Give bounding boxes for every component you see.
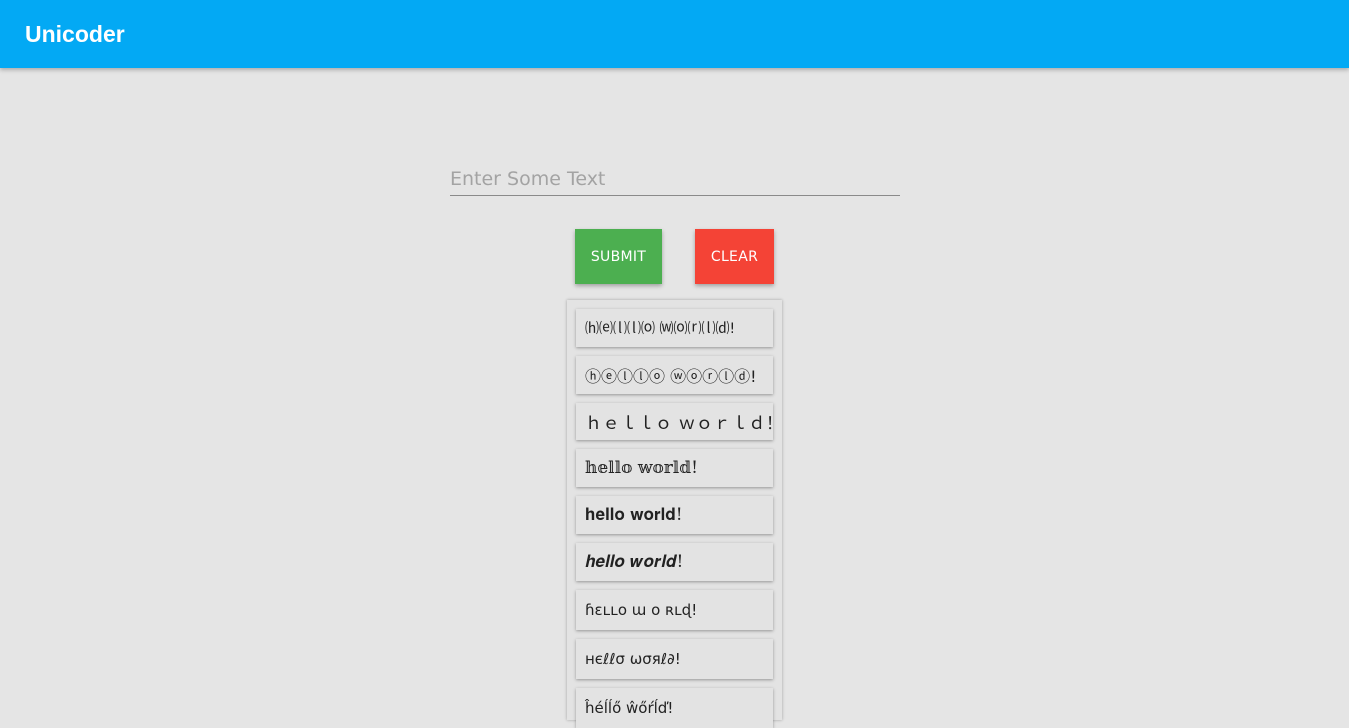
result-item-parenthesized[interactable]: ⒣⒠⒧⒧⒪ ⒲⒪⒭⒧⒟! [576,309,773,347]
result-item-fullwidth[interactable]: ｈｅｌｌｏ ｗｏｒｌｄ！ [576,403,773,440]
result-item-accented[interactable]: ĥéĺĺő ŵőŕĺď! [576,688,773,728]
result-item-stylized[interactable]: нєℓℓσ ωσяℓ∂! [576,639,773,679]
result-text: 𝒉𝒆𝒍𝒍𝒐 𝒘𝒐𝒓𝒍𝒅! [585,552,684,572]
submit-button[interactable]: SUBMIT [575,229,662,284]
result-text: 𝐡𝐞𝐥𝐥𝐨 𝐰𝐨𝐫𝐥𝐝! [585,505,683,525]
result-item-fancy[interactable]: ɦɛʟʟօ ա օ ʀʟɖ! [576,590,773,630]
result-item-bold[interactable]: 𝐡𝐞𝐥𝐥𝐨 𝐰𝐨𝐫𝐥𝐝! [576,496,773,534]
result-text: ĥéĺĺő ŵőŕĺď! [585,699,674,717]
results-list: ⒣⒠⒧⒧⒪ ⒲⒪⒭⒧⒟! ⓗⓔⓛⓛⓞ ⓦⓞⓡⓛⓓ! ｈｅｌｌｏ ｗｏｒｌｄ！ 𝕙… [567,300,782,728]
app-bar: Unicoder [0,0,1349,68]
result-text: ⒣⒠⒧⒧⒪ ⒲⒪⒭⒧⒟! [585,321,736,337]
result-item-circled[interactable]: ⓗⓔⓛⓛⓞ ⓦⓞⓡⓛⓓ! [576,356,773,394]
clear-button[interactable]: CLEAR [695,229,774,284]
result-item-double-struck[interactable]: 𝕙𝕖𝕝𝕝𝕠 𝕨𝕠𝕣𝕝𝕕! [576,449,773,487]
result-text: 𝕙𝕖𝕝𝕝𝕠 𝕨𝕠𝕣𝕝𝕕! [585,458,698,478]
result-item-bold-italic[interactable]: 𝒉𝒆𝒍𝒍𝒐 𝒘𝒐𝒓𝒍𝒅! [576,543,773,581]
result-text: нєℓℓσ ωσяℓ∂! [585,650,681,668]
result-text: ɦɛʟʟօ ա օ ʀʟɖ! [585,601,698,619]
text-input[interactable] [450,162,900,196]
result-text: ⓗⓔⓛⓛⓞ ⓦⓞⓡⓛⓓ! [585,367,757,386]
app-title: Unicoder [25,21,125,47]
result-text: ｈｅｌｌｏ ｗｏｒｌｄ！ [585,414,773,434]
